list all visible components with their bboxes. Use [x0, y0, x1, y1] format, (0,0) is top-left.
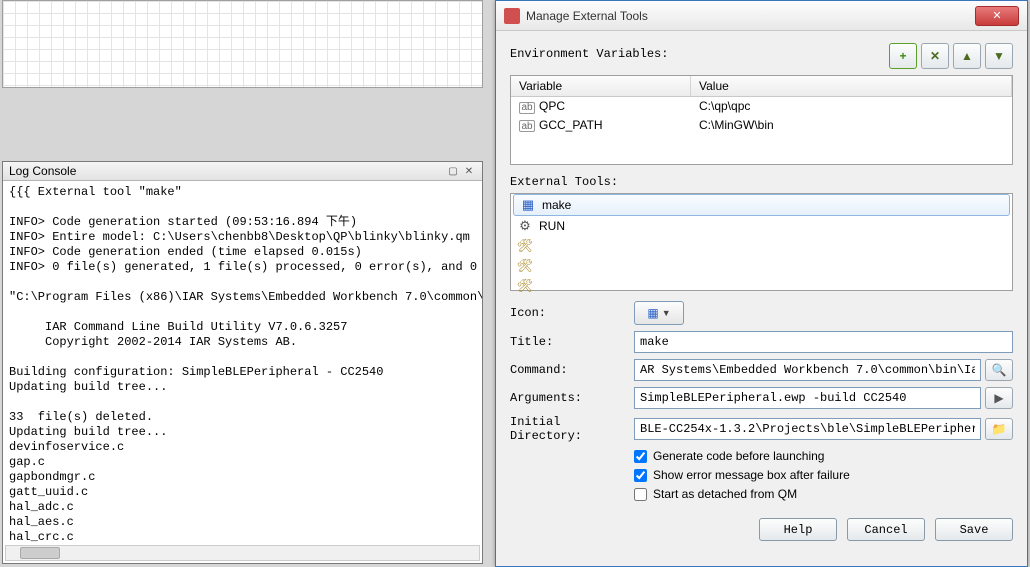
arguments-field-label: Arguments: — [510, 391, 634, 405]
list-item-empty[interactable]: 🛠 — [511, 276, 1012, 296]
table-row[interactable]: abGCC_PATH C:\MinGW\bin — [511, 116, 1012, 135]
wrench-icon: 🛠 — [517, 278, 533, 294]
command-input[interactable] — [634, 359, 981, 381]
title-field-label: Title: — [510, 335, 634, 349]
chk-detached-label: Start as detached from QM — [653, 487, 797, 501]
chk-detached[interactable] — [634, 488, 647, 501]
log-dock-icon[interactable]: ▢ — [446, 164, 460, 178]
arguments-more-button[interactable]: ▶ — [985, 387, 1013, 409]
var-icon: ab — [519, 120, 535, 132]
env-section-label: Environment Variables: — [510, 47, 885, 61]
log-close-icon[interactable]: ✕ — [462, 164, 476, 178]
list-item-run[interactable]: ⚙ RUN — [511, 216, 1012, 236]
arrow-down-icon: ▼ — [993, 49, 1005, 63]
env-variables-table[interactable]: Variable Value abQPC C:\qp\qpc abGCC_PAT… — [510, 75, 1013, 165]
list-item-empty[interactable]: 🛠 — [511, 236, 1012, 256]
chevron-down-icon: ▼ — [662, 308, 671, 318]
command-field-label: Command: — [510, 363, 634, 377]
tools-section-label: External Tools: — [510, 175, 1013, 189]
dialog-app-icon — [504, 8, 520, 24]
log-horizontal-scrollbar[interactable] — [5, 545, 480, 561]
external-tools-list[interactable]: ▦ make ⚙ RUN 🛠 🛠 🛠 — [510, 193, 1013, 291]
env-col-value[interactable]: Value — [691, 76, 1012, 96]
play-icon: ▶ — [994, 391, 1003, 405]
arguments-input[interactable] — [634, 387, 981, 409]
dialog-titlebar[interactable]: Manage External Tools ✕ — [496, 1, 1027, 31]
env-move-up-button[interactable]: ▲ — [953, 43, 981, 69]
log-console-output[interactable]: {{{ External tool "make" INFO> Code gene… — [3, 181, 482, 564]
initdir-browse-button[interactable]: 📁 — [985, 418, 1013, 440]
plus-icon: + — [899, 49, 906, 63]
chk-generate-code[interactable] — [634, 450, 647, 463]
env-col-variable[interactable]: Variable — [511, 76, 691, 96]
gear-icon: ⚙ — [517, 218, 533, 234]
icon-selector[interactable]: ▦ ▼ — [634, 301, 684, 325]
command-browse-button[interactable]: 🔍 — [985, 359, 1013, 381]
cancel-button[interactable]: Cancel — [847, 518, 925, 541]
icon-field-label: Icon: — [510, 306, 634, 320]
chk-generate-code-label: Generate code before launching — [653, 449, 824, 463]
table-row[interactable]: abQPC C:\qp\qpc — [511, 97, 1012, 116]
search-icon: 🔍 — [992, 363, 1007, 377]
manage-external-tools-dialog: Manage External Tools ✕ Environment Vari… — [495, 0, 1028, 567]
wrench-icon: 🛠 — [517, 258, 533, 274]
dialog-close-button[interactable]: ✕ — [975, 6, 1019, 26]
title-input[interactable] — [634, 331, 1013, 353]
env-move-down-button[interactable]: ▼ — [985, 43, 1013, 69]
list-item-make[interactable]: ▦ make — [513, 194, 1010, 216]
make-icon: ▦ — [647, 306, 658, 320]
chk-show-error-label: Show error message box after failure — [653, 468, 850, 482]
log-console-title: Log Console — [9, 164, 76, 178]
log-console-titlebar[interactable]: Log Console ▢ ✕ — [3, 162, 482, 181]
var-icon: ab — [519, 102, 535, 114]
folder-icon: 📁 — [992, 422, 1007, 436]
env-delete-button[interactable]: ✕ — [921, 43, 949, 69]
dialog-title: Manage External Tools — [526, 9, 975, 23]
x-icon: ✕ — [930, 49, 940, 63]
chk-show-error[interactable] — [634, 469, 647, 482]
scrollbar-thumb[interactable] — [20, 547, 60, 559]
initdir-input[interactable] — [634, 418, 981, 440]
save-button[interactable]: Save — [935, 518, 1013, 541]
arrow-up-icon: ▲ — [961, 49, 973, 63]
model-canvas[interactable] — [2, 0, 483, 88]
help-button[interactable]: Help — [759, 518, 837, 541]
initdir-field-label: Initial Directory: — [510, 415, 634, 443]
list-item-empty[interactable]: 🛠 — [511, 256, 1012, 276]
wrench-icon: 🛠 — [517, 238, 533, 254]
env-add-button[interactable]: + — [889, 43, 917, 69]
make-icon: ▦ — [520, 197, 536, 213]
log-console-panel: Log Console ▢ ✕ {{{ External tool "make"… — [2, 161, 483, 564]
